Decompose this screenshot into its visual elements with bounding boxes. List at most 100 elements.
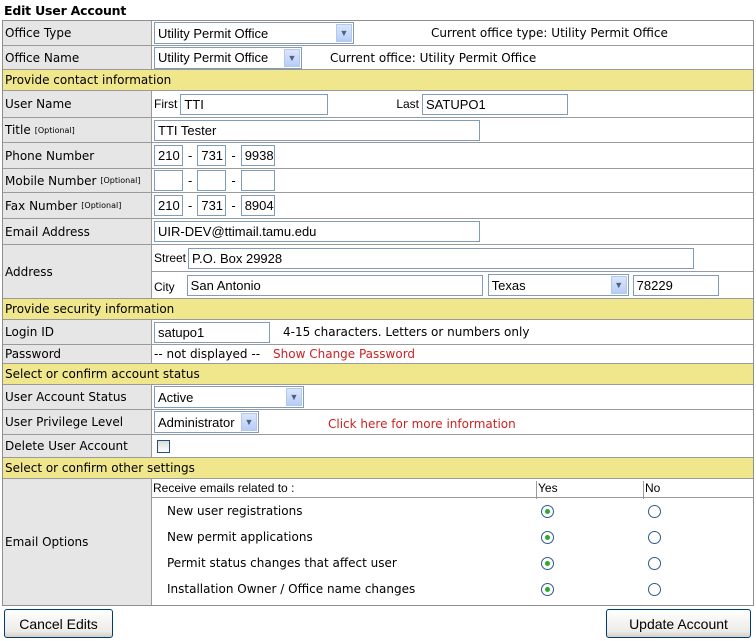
zip-input[interactable]: 78229 [632,274,719,296]
email-option-item: New permit applications [152,525,753,551]
dash: - [188,148,193,163]
email-option-label: New permit applications [167,530,313,544]
email-option-yes-radio[interactable] [541,583,554,596]
city-input[interactable]: San Antonio [186,274,483,296]
email-option-item: Permit status changes that affect user [152,551,753,577]
email-options-header: Receive emails related to : [153,481,295,495]
login-label: Login ID [3,320,152,344]
user-name-label: User Name [3,91,152,117]
login-input[interactable]: satupo1 [154,321,270,343]
dash: - [188,198,193,213]
state-select[interactable]: Texas ▼ [487,274,629,296]
phone-prefix-input[interactable]: 731 [197,145,227,166]
edit-user-form: Office Type Utility Permit Office ▼ Curr… [2,20,754,606]
last-name-input[interactable]: SATUPO1 [422,93,569,115]
fax-row: Fax Number [Optional] 210 - 731 - 8904 [3,193,753,219]
street-label: Street [154,251,187,265]
password-row: Password -- not displayed -- Show Change… [3,345,753,364]
email-option-no-radio[interactable] [648,583,661,596]
mobile-area-input[interactable] [154,170,183,191]
last-name-label: Last [396,97,420,111]
password-value: -- not displayed -- [154,347,261,361]
phone-area-input[interactable]: 210 [154,145,183,166]
email-option-label: New user registrations [167,504,303,518]
mobile-prefix-input[interactable] [197,170,227,191]
title-input[interactable]: TTI Tester [154,119,480,141]
email-option-label: Permit status changes that affect user [167,556,397,570]
office-name-select[interactable]: Utility Permit Office ▼ [154,46,302,69]
optional-tag: [Optional] [81,201,122,210]
first-name-input[interactable]: TTI [180,93,329,115]
chevron-down-icon: ▼ [284,48,300,67]
mobile-line-input[interactable] [240,170,275,191]
section-status: Select or confirm account status [3,364,753,385]
email-option-no-radio[interactable] [648,531,661,544]
email-label: Email Address [3,219,152,244]
email-options-table: Receive emails related to : Yes No New u… [152,479,753,605]
update-account-button[interactable]: Update Account [606,609,751,638]
privilege-select[interactable]: Administrator ▼ [154,411,259,433]
email-option-yes-radio[interactable] [541,505,554,518]
city-label: City [154,280,175,294]
page-title: Edit User Account [4,3,127,18]
office-name-current: Current office: Utility Permit Office [330,50,537,65]
fax-area-input[interactable]: 210 [154,195,183,216]
no-column-header: No [643,481,660,499]
show-change-password-link[interactable]: Show Change Password [273,347,415,361]
dash: - [231,198,236,213]
account-status-value: Active [158,389,194,405]
fax-line-input[interactable]: 8904 [240,195,275,216]
street-input[interactable]: P.O. Box 29928 [188,247,695,269]
title-label: Title [5,123,31,137]
office-type-row: Office Type Utility Permit Office ▼ Curr… [3,21,753,46]
office-type-label: Office Type [3,21,152,45]
email-option-no-radio[interactable] [648,505,661,518]
address-label: Address [3,245,152,298]
chevron-down-icon: ▼ [610,276,627,294]
delete-row: Delete User Account [3,435,753,458]
fax-prefix-input[interactable]: 731 [197,195,227,216]
login-hint: 4-15 characters. Letters or numbers only [283,325,530,339]
cancel-edits-button[interactable]: Cancel Edits [4,609,113,638]
privilege-label: User Privilege Level [3,410,152,434]
password-label: Password [3,345,152,363]
chevron-down-icon: ▼ [336,24,352,42]
delete-account-checkbox[interactable] [157,439,170,453]
state-value: Texas [491,277,526,293]
privilege-value: Administrator [158,414,235,430]
email-option-yes-radio[interactable] [541,531,554,544]
yes-column-header: Yes [536,481,558,499]
email-row: Email Address UIR-DEV@ttimail.tamu.edu [3,219,753,245]
office-name-value: Utility Permit Office [158,50,269,65]
privilege-info-link[interactable]: Click here for more information [328,417,516,431]
account-status-row: User Account Status Active ▼ [3,385,753,410]
title-row: Title [Optional] TTI Tester [3,118,753,143]
email-option-item: Installation Owner / Office name changes [152,577,753,603]
email-option-item: New user registrations [152,499,753,525]
optional-tag: [Optional] [100,176,141,185]
user-name-row: User Name First TTI Last SATUPO1 [3,91,753,118]
privilege-row: User Privilege Level Administrator ▼ Cli… [3,410,753,435]
dash: - [188,173,193,188]
login-row: Login ID satupo1 4-15 characters. Letter… [3,320,753,345]
fax-label: Fax Number [5,198,78,213]
email-options-row: Email Options Receive emails related to … [3,479,753,605]
account-status-select[interactable]: Active ▼ [154,386,304,408]
phone-label: Phone Number [3,143,152,168]
phone-line-input[interactable]: 9938 [240,145,275,166]
email-options-label: Email Options [3,479,152,605]
office-type-select[interactable]: Utility Permit Office ▼ [154,22,354,44]
mobile-label: Mobile Number [5,173,97,188]
office-name-row: Office Name Utility Permit Office ▼ Curr… [3,46,753,70]
chevron-down-icon: ▼ [286,388,302,406]
email-input[interactable]: UIR-DEV@ttimail.tamu.edu [154,221,480,242]
office-type-current: Current office type: Utility Permit Offi… [431,26,668,40]
section-security: Provide security information [3,299,753,320]
account-status-label: User Account Status [3,385,152,409]
email-option-label: Installation Owner / Office name changes [167,582,416,596]
section-contact: Provide contact information [3,70,753,91]
email-option-no-radio[interactable] [648,557,661,570]
address-row: Address Street P.O. Box 29928 City San A… [3,245,753,299]
email-option-yes-radio[interactable] [541,557,554,570]
phone-row: Phone Number 210 - 731 - 9938 [3,143,753,169]
